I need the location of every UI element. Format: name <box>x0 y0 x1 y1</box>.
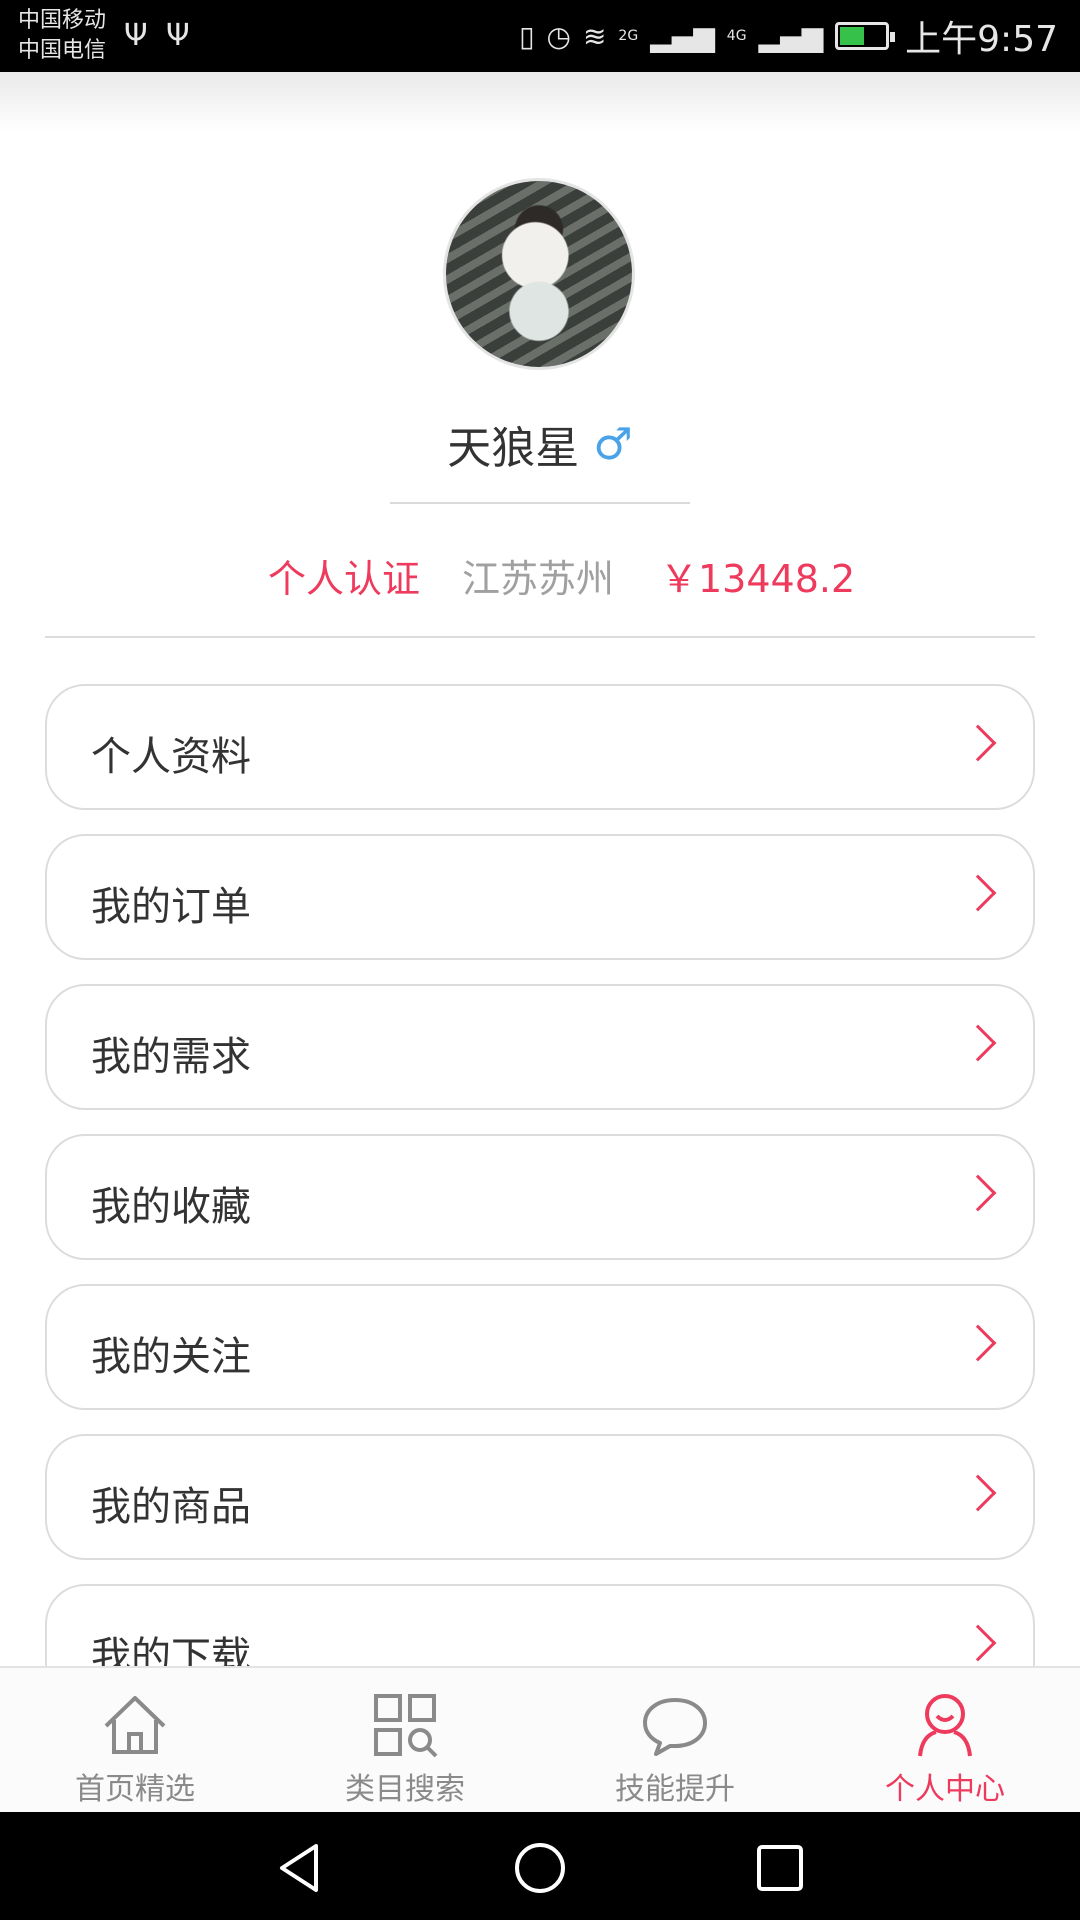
avatar[interactable] <box>443 178 635 370</box>
chevron-right-icon <box>959 724 997 762</box>
tab-skills[interactable]: 技能提升 <box>540 1668 810 1812</box>
bottom-tab-bar: 首页精选 类目搜索 技能提升 个人中心 <box>0 1666 1080 1812</box>
nickname-underline <box>390 502 690 504</box>
carrier-2: 中国电信 <box>18 38 107 63</box>
menu-item-following[interactable]: 我的关注 <box>45 1284 1035 1410</box>
menu-item-orders[interactable]: 我的订单 <box>45 834 1035 960</box>
home-button-icon[interactable] <box>512 1840 568 1896</box>
vibrate-icon: ▯ <box>519 19 535 53</box>
menu-item-products[interactable]: 我的商品 <box>45 1434 1035 1560</box>
menu-item-downloads[interactable]: 我的下载 <box>45 1584 1035 1666</box>
tab-category-search[interactable]: 类目搜索 <box>270 1668 540 1812</box>
profile-info-row: 个人认证 江苏苏州 ￥13448.2 <box>0 548 1080 601</box>
menu-item-label: 我的订单 <box>91 884 251 930</box>
alarm-icon: ◷ <box>546 19 571 53</box>
back-icon[interactable] <box>272 1840 328 1896</box>
menu-item-favorites[interactable]: 我的收藏 <box>45 1134 1035 1260</box>
network-2g-label: 2G <box>618 28 639 44</box>
header-shadow <box>0 72 1080 132</box>
person-icon <box>918 1694 972 1757</box>
tab-label: 技能提升 <box>615 1772 735 1807</box>
carrier-info: 中国移动 中国电信 <box>18 6 106 66</box>
category-search-icon <box>374 1694 438 1758</box>
carrier-1: 中国移动 <box>18 8 107 33</box>
recent-apps-icon[interactable] <box>752 1840 808 1896</box>
divider <box>45 636 1035 638</box>
menu-item-requirements[interactable]: 我的需求 <box>45 984 1035 1110</box>
signal-icon: ▂▄▆ <box>758 19 824 53</box>
signal-icon: ▂▄▆ <box>650 19 715 53</box>
male-gender-icon: ♂ <box>593 418 633 470</box>
menu-item-label: 我的关注 <box>91 1334 251 1380</box>
menu-item-profile[interactable]: 个人资料 <box>45 684 1035 810</box>
tab-home[interactable]: 首页精选 <box>0 1668 270 1812</box>
menu-item-label: 我的商品 <box>91 1484 251 1530</box>
system-navigation-bar <box>0 1812 1080 1920</box>
tab-personal-center[interactable]: 个人中心 <box>810 1668 1080 1812</box>
menu-list[interactable]: 个人资料 我的订单 我的需求 我的收藏 我的关注 我的商品 我的下载 <box>0 640 1080 1666</box>
status-bar: 中国移动 中国电信 Ψ Ψ ▯ ◷ ≋ 2G ▂▄▆ 4G ▂▄▆ 上午9:57 <box>0 0 1080 72</box>
chevron-right-icon <box>959 1624 997 1662</box>
chat-bubble-icon <box>643 1698 707 1756</box>
usb-icon: Ψ <box>166 18 190 53</box>
menu-item-label: 我的需求 <box>91 1034 251 1080</box>
tab-label: 类目搜索 <box>345 1772 465 1807</box>
wifi-icon: ≋ <box>582 19 607 53</box>
personal-verification-link[interactable]: 个人认证 <box>268 548 420 603</box>
location-text: 江苏苏州 <box>462 557 615 601</box>
nickname: 天狼星 <box>447 423 580 474</box>
battery-icon <box>835 22 896 50</box>
network-4g-label: 4G <box>726 28 747 44</box>
tab-label: 个人中心 <box>885 1772 1005 1807</box>
usb-icon: Ψ <box>124 18 148 53</box>
menu-item-label: 我的收藏 <box>91 1184 251 1230</box>
chevron-right-icon <box>959 874 997 912</box>
chevron-right-icon <box>959 1024 997 1062</box>
menu-item-label: 我的下载 <box>91 1634 251 1666</box>
chevron-right-icon <box>959 1324 997 1362</box>
clock: 上午9:57 <box>905 19 1058 60</box>
home-icon <box>104 1696 166 1754</box>
chevron-right-icon <box>959 1174 997 1212</box>
tab-label: 首页精选 <box>75 1772 195 1807</box>
chevron-right-icon <box>959 1474 997 1512</box>
balance-amount: ￥13448.2 <box>660 557 856 601</box>
status-icons: ▯ ◷ ≋ 2G ▂▄▆ 4G ▂▄▆ 上午9:57 <box>519 10 1058 62</box>
nickname-row: 天狼星 ♂ <box>0 412 1080 476</box>
menu-item-label: 个人资料 <box>91 734 251 780</box>
